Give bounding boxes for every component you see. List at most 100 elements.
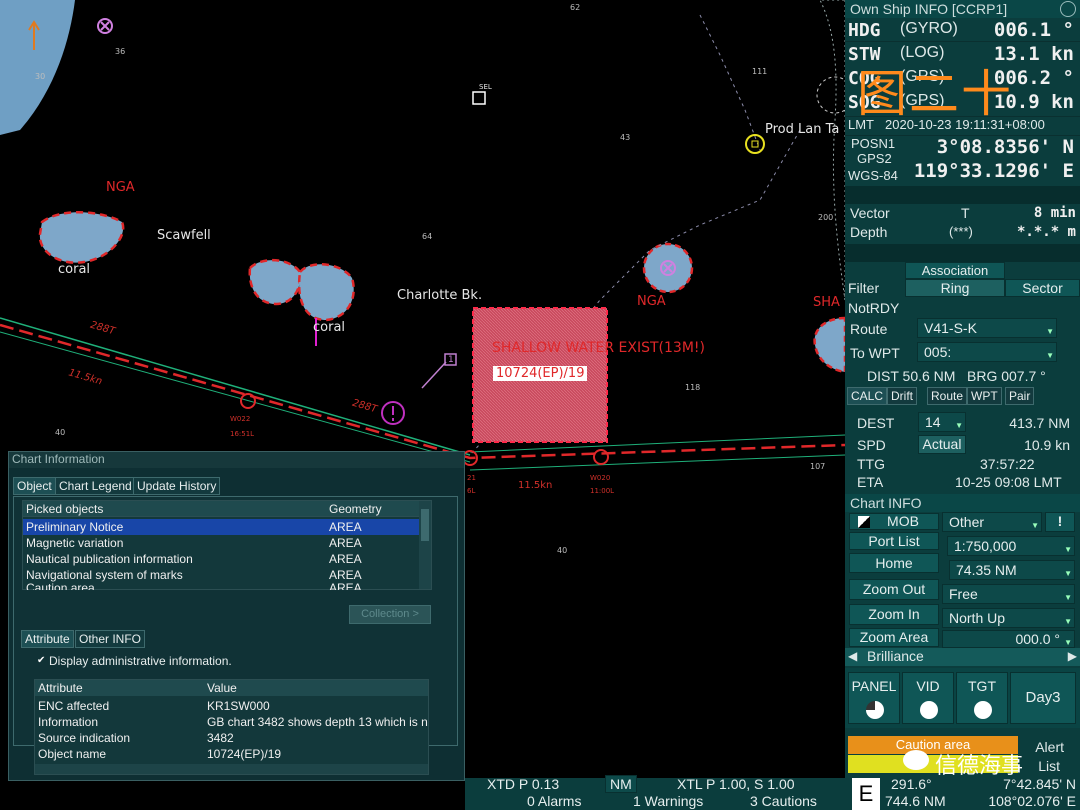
vid-button[interactable]: VID [902,672,954,724]
table-row[interactable]: Caution area AREA [23,581,419,590]
picked-header: Picked objects [26,502,104,516]
tab-chart-legend[interactable]: Chart Legend [55,477,136,495]
eta-value: 10-25 09:08 LMT [955,474,1062,490]
display-admin-label: Display administrative information. [49,654,232,668]
table-row[interactable]: Nautical publication information AREA [23,551,419,567]
table-row[interactable]: Magnetic variation AREA [23,535,419,551]
chevron-down-icon: ▼ [1031,521,1039,530]
land-area [0,0,75,135]
tab-attribute[interactable]: Attribute [21,630,74,648]
tab-route[interactable]: Route [927,387,968,405]
ring-button[interactable]: Ring [905,279,1005,297]
mob-button[interactable]: MOB [849,513,939,530]
object-geometry: AREA [329,581,362,590]
attribute-header: Attribute [38,681,83,695]
vid-label: VID [916,678,940,694]
motion-select[interactable]: Free ▼ [942,584,1075,604]
table-row[interactable]: Source indication 3482 [35,730,428,746]
hdg-key: HDG [848,20,881,41]
dest-select[interactable]: 14 ▼ [918,412,966,432]
list-label[interactable]: List [1038,758,1060,774]
scale-select[interactable]: 1:750,000 ▼ [947,536,1075,556]
alert-button[interactable]: ! [1045,512,1075,532]
shallow-water-id[interactable]: 10724(EP)/19 [493,366,588,381]
orientation-value: North Up [949,610,1006,626]
tab-other-info[interactable]: Other INFO [75,630,146,648]
chart-label-nga: NGA [637,294,666,309]
tab-calc[interactable]: CALC [847,387,888,405]
spd-mode-button[interactable]: Actual [918,435,966,454]
gps2-label: GPS2 [857,151,892,166]
waypoint-eta: 16:51L [230,430,255,438]
eta-label: ETA [857,474,884,490]
chevron-down-icon: ▼ [1046,327,1054,336]
hdg-value: 006.1 ° [993,19,1074,41]
other-select[interactable]: Other ▼ [942,512,1042,532]
panel-button[interactable]: PANEL [848,672,900,724]
depth-sounding: 30 [35,72,46,81]
table-row[interactable]: Information GB chart 3482 shows depth 13… [35,714,428,730]
vector-value[interactable]: 8 min [1034,205,1076,221]
depth-sounding: 43 [620,133,631,142]
mob-icon [858,516,870,528]
chevron-right-icon[interactable]: ▶ [1068,649,1077,663]
attribute-key: Object name [38,747,107,761]
zoom-out-button[interactable]: Zoom Out [849,579,939,600]
table-header: Attribute Value [35,680,428,696]
vector-mode[interactable]: T [961,205,970,221]
towpt-select[interactable]: 005: ▼ [917,342,1057,362]
attribute-value: GB chart 3482 shows depth 13 which is n [207,715,428,729]
scrollbar-thumb[interactable] [421,509,429,541]
zoom-area-button[interactable]: Zoom Area [849,628,939,647]
datum-label: WGS-84 [848,168,898,183]
rotation-field[interactable]: 000.0 ° ▼ [942,630,1075,648]
tab-update-history[interactable]: Update History [133,477,221,495]
day-mode-button[interactable]: Day3 [1010,672,1076,724]
checkbox-icon[interactable]: ✔ [37,655,45,666]
tab-wpt[interactable]: WPT [967,387,1002,405]
chevron-left-icon[interactable]: ◀ [848,649,857,663]
stw-source: (LOG) [900,44,945,61]
vid-dimmer-icon [920,701,938,719]
picked-objects-table[interactable]: Picked objects Geometry Preliminary Noti… [22,500,432,590]
collection-button[interactable]: Collection > [349,605,431,624]
depth-sounding: 107 [810,462,826,471]
route-select[interactable]: V41-S-K ▼ [917,318,1057,338]
spacer [845,186,1080,204]
own-ship-rows: HDG (GYRO) 006.1 ° STW (LOG) 13.1 kn COG… [845,18,1080,120]
compass-icon[interactable] [1060,1,1076,17]
tab-object[interactable]: Object [13,477,56,495]
port-list-button[interactable]: Port List [849,532,939,550]
association-button[interactable]: Association [905,262,1005,279]
orientation-select[interactable]: North Up ▼ [942,608,1075,628]
shallow-water-warning: SHALLOW WATER EXIST(13M!) [492,340,705,356]
alarms-count[interactable]: 0 Alarms [527,793,581,809]
xtd-unit-button[interactable]: NM [605,775,637,793]
other-value: Other [949,514,985,530]
tgt-button[interactable]: TGT [956,672,1008,724]
zoom-in-button[interactable]: Zoom In [849,604,939,625]
table-row[interactable]: ENC affected KR1SW000 [35,698,428,714]
horizontal-scrollbar[interactable] [35,764,428,774]
chart-information-dialog[interactable]: Chart Information Object Chart Legend Up… [8,451,465,781]
cautions-count[interactable]: 3 Cautions [750,793,817,809]
warnings-count[interactable]: 1 Warnings [633,793,703,809]
depth-sounding: 118 [685,383,701,392]
table-row[interactable]: Preliminary Notice AREA [23,519,419,535]
mob-label: MOB [887,513,919,529]
posn1-label[interactable]: POSN1 [851,136,895,151]
alert-label[interactable]: Alert [1035,739,1064,755]
tab-pair[interactable]: Pair [1005,387,1035,405]
cursor-distance: 744.6 NM [885,793,946,809]
table-row[interactable]: Object name 10724(EP)/19 [35,746,428,762]
range-select[interactable]: 74.35 NM ▼ [949,560,1075,580]
home-button[interactable]: Home [849,553,939,573]
xtl-value: XTL P 1.00, S 1.00 [677,776,795,792]
scrollbar[interactable] [419,501,431,589]
attribute-table[interactable]: Attribute Value ENC affected KR1SW000 In… [34,679,429,775]
sector-button[interactable]: Sector [1005,279,1080,297]
brilliance-slider[interactable]: ◀ Brilliance ▶ [845,648,1080,666]
chevron-down-icon: ▼ [955,421,963,430]
e-indicator[interactable]: E [852,778,880,810]
tab-drift[interactable]: Drift [887,387,917,405]
